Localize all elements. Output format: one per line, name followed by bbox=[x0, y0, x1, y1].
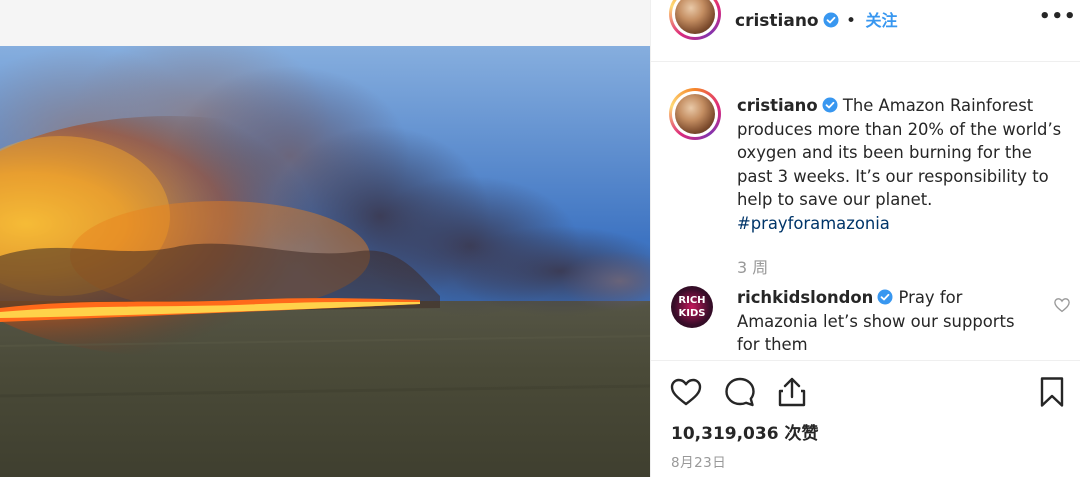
post-header: cristiano • 关注 ••• bbox=[651, 0, 1080, 62]
post-caption: cristiano The Amazon Rainforest produces… bbox=[737, 94, 1071, 235]
photo-top-margin bbox=[0, 0, 650, 46]
caption-username[interactable]: cristiano bbox=[737, 96, 818, 115]
heart-icon[interactable] bbox=[669, 375, 703, 409]
likes-count[interactable]: 10,319,036 次赞 bbox=[671, 419, 818, 444]
post-date: 8月23日 bbox=[671, 455, 727, 471]
separator-dot: • bbox=[846, 11, 857, 31]
post-details-panel: cristiano • 关注 ••• cristiano The Amazon … bbox=[650, 0, 1080, 477]
header-username[interactable]: cristiano bbox=[735, 11, 819, 31]
header-user-line: cristiano • 关注 bbox=[735, 7, 897, 31]
share-icon[interactable] bbox=[775, 375, 809, 409]
commenter-avatar[interactable]: RICH KIDS bbox=[671, 286, 713, 328]
caption-avatar[interactable] bbox=[669, 88, 721, 140]
comment-like-heart-icon[interactable] bbox=[1053, 296, 1071, 314]
verified-badge-icon bbox=[822, 97, 838, 113]
comment-icon[interactable] bbox=[723, 375, 757, 409]
bookmark-icon[interactable] bbox=[1035, 375, 1069, 409]
verified-badge-icon bbox=[823, 12, 839, 28]
post-photo[interactable] bbox=[0, 46, 650, 477]
post-actions: 10,319,036 次赞 8月23日 bbox=[651, 360, 1080, 477]
follow-button[interactable]: 关注 bbox=[865, 11, 897, 30]
verified-badge-icon bbox=[877, 289, 893, 305]
caption-time-ago: 3 周 bbox=[737, 258, 769, 277]
commenter-username[interactable]: richkidslondon bbox=[737, 288, 873, 307]
hashtag-link[interactable]: #prayforamazonia bbox=[737, 214, 890, 233]
more-icon[interactable]: ••• bbox=[1039, 6, 1077, 27]
comment-body: richkidslondon Pray for Amazonia let’s s… bbox=[737, 286, 1037, 357]
profile-avatar[interactable] bbox=[669, 0, 721, 40]
wildfire-image bbox=[0, 46, 650, 477]
